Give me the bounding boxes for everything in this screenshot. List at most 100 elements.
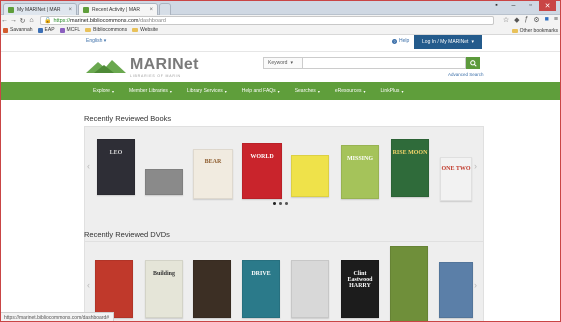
nav-library-services[interactable]: Library Services ▾ (187, 88, 227, 94)
bookmarks-bar: Savannah EAP MCFL Bibliocommons Website … (0, 26, 561, 35)
login-label: Log In / My MARINet (422, 39, 469, 45)
carousel-prev-icon[interactable]: ‹ (87, 161, 90, 171)
chevron-down-icon: ▾ (111, 88, 114, 94)
chevron-down-icon: ▾ (224, 88, 227, 94)
reload-icon[interactable]: ↻ (18, 17, 27, 25)
bookmark-folder[interactable]: Bibliocommons (85, 27, 127, 33)
browser-tab[interactable]: My MARINet | MAR × (3, 3, 77, 15)
maximize-icon[interactable]: ▫ (522, 0, 539, 11)
chevron-down-icon: ▾ (290, 60, 293, 66)
bookmark-label: Savannah (10, 27, 33, 33)
cover-thumbnail[interactable]: DRIVE (242, 260, 280, 318)
cover-thumbnail[interactable]: LEO (97, 139, 135, 195)
cover-thumbnail[interactable] (193, 260, 231, 318)
window-controls: ▪ – ▫ ✕ (488, 0, 556, 11)
tab-close-icon[interactable]: × (149, 7, 153, 13)
menu-icon[interactable]: ≡ (554, 16, 558, 24)
nav-eresources[interactable]: eResources ▾ (335, 88, 366, 94)
nav-label: Explore (93, 88, 110, 94)
cover-title: BEAR (204, 159, 222, 165)
bookmark-item[interactable]: MCFL (59, 27, 81, 33)
nav-searches[interactable]: Searches ▾ (295, 88, 320, 94)
carousel-next-icon[interactable]: › (474, 161, 477, 171)
cover-thumbnail[interactable]: Clint Eastwood HARRY (341, 260, 379, 318)
section-title-books: Recently Reviewed Books (84, 114, 172, 123)
tab-label: My MARINet | MAR (17, 6, 61, 13)
tab-favicon-icon (8, 6, 14, 13)
extension-blue-icon[interactable]: ■ (545, 16, 549, 24)
folder-icon (85, 28, 92, 32)
dvds-carousel: ‹ › Building DRIVE Clint Eastwood HARRY (84, 241, 484, 322)
url-path: /dashboard (138, 17, 166, 24)
nav-label: Searches (294, 88, 316, 94)
tab-close-icon[interactable]: × (68, 7, 72, 13)
bookmark-label: MCFL (66, 27, 81, 33)
other-bookmarks[interactable]: Other bookmarks (511, 28, 558, 34)
browser-toolbar: ← → ↻ ⌂ 🔒 https:// marinet.bibliocommons… (0, 15, 561, 26)
nav-label: eResources (334, 88, 362, 94)
cover-thumbnail[interactable] (145, 169, 183, 195)
forward-icon[interactable]: → (9, 17, 18, 24)
nav-label: Help and FAQs (241, 88, 276, 94)
section-title-dvds: Recently Reviewed DVDs (84, 230, 170, 239)
tab-label: Recent Activity | MAR (92, 6, 140, 13)
carousel-prev-icon[interactable]: ‹ (87, 280, 90, 290)
bookmark-item[interactable]: EAP (37, 27, 55, 33)
search-button[interactable] (466, 57, 480, 69)
nav-linkplus[interactable]: LinkPlus ▾ (381, 88, 404, 94)
cover-thumbnail[interactable]: WORLD (242, 143, 282, 199)
nav-explore[interactable]: Explore ▾ (93, 88, 114, 94)
chevron-down-icon: ▾ (317, 88, 320, 94)
carousel-dot[interactable] (273, 202, 276, 205)
user-icon[interactable]: ▪ (488, 0, 505, 11)
cover-thumbnail[interactable]: Building (145, 260, 183, 318)
new-tab-button[interactable] (159, 3, 171, 15)
bookmark-star-icon[interactable]: ☆ (503, 16, 509, 24)
site-logo[interactable]: MARINet LIBRARIES OF MARIN (86, 57, 199, 78)
tab-favicon-icon (83, 6, 89, 13)
cover-thumbnail[interactable] (291, 155, 329, 197)
help-icon: ? (392, 38, 397, 44)
settings-icon[interactable]: ⚙ (533, 16, 539, 24)
minimize-icon[interactable]: – (505, 0, 522, 11)
home-icon[interactable]: ⌂ (27, 17, 36, 24)
main-navigation: Explore ▾ Member Libraries ▾ Library Servi… (0, 82, 561, 100)
status-bar-url: https://marinet.bibliocommons.com/dashbo… (0, 312, 115, 322)
logo-wordmark: MARINet LIBRARIES OF MARIN (130, 57, 199, 79)
cover-title: RISE MOON (392, 150, 428, 156)
search-type-select[interactable]: Keyword ▾ (263, 57, 303, 69)
cover-thumbnail[interactable] (291, 260, 329, 318)
cover-thumbnail[interactable]: BEAR (193, 149, 233, 199)
advanced-search-link[interactable]: Advanced Search (448, 72, 484, 77)
cover-thumbnail[interactable]: MISSING (341, 145, 379, 199)
cover-thumbnail[interactable] (439, 262, 473, 318)
help-link[interactable]: ? Help (392, 38, 409, 44)
bookmark-label: EAP (44, 27, 55, 33)
carousel-dot[interactable] (279, 202, 282, 205)
back-icon[interactable]: ← (0, 17, 9, 24)
nav-member-libraries[interactable]: Member Libraries ▾ (129, 88, 172, 94)
search-input[interactable] (303, 57, 466, 69)
bookmark-label: Website (140, 27, 159, 33)
bookmark-favicon-icon (3, 27, 8, 33)
close-window-icon[interactable]: ✕ (539, 0, 556, 11)
carousel-dot[interactable] (285, 202, 288, 205)
cover-thumbnail[interactable] (390, 246, 428, 322)
language-selector[interactable]: English ▾ (86, 38, 106, 44)
login-button[interactable]: Log In / My MARINet ▾ (414, 35, 482, 49)
bookmark-item[interactable]: Savannah (3, 27, 33, 33)
carousel-next-icon[interactable]: › (474, 280, 477, 290)
browser-tab-active[interactable]: Recent Activity | MAR × (78, 3, 158, 15)
fx-icon[interactable]: ƒ (524, 16, 528, 24)
cover-thumbnail[interactable]: RISE MOON (391, 139, 429, 197)
chevron-down-icon: ▾ (169, 88, 172, 94)
address-bar[interactable]: 🔒 https:// marinet.bibliocommons.com /da… (40, 16, 494, 25)
nav-help-faqs[interactable]: Help and FAQs ▾ (242, 88, 280, 94)
folder-icon (511, 29, 518, 33)
nav-label: LinkPlus (380, 88, 400, 94)
extension-icon[interactable]: ◆ (514, 16, 519, 24)
cover-thumbnail[interactable] (95, 260, 133, 318)
bookmark-folder[interactable]: Website (132, 27, 158, 33)
cover-thumbnail[interactable]: ONE TWO (440, 157, 472, 201)
bookmark-label: Bibliocommons (93, 27, 128, 33)
